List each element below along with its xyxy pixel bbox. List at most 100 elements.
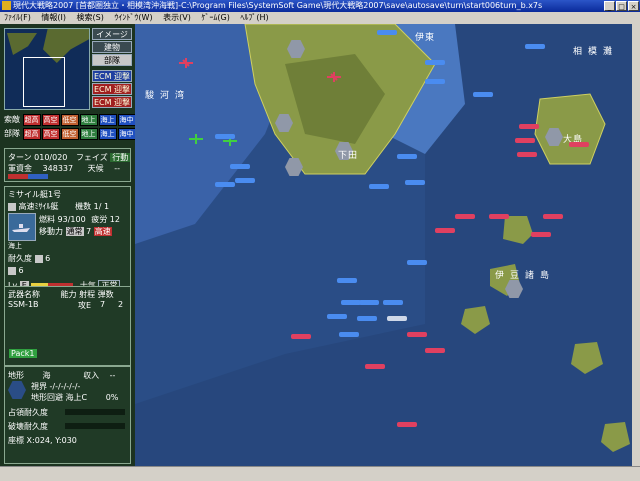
enemy-aircraft-icon[interactable] (327, 72, 341, 82)
enemy-ship-unit[interactable] (515, 138, 535, 143)
friendly-ship-unit[interactable] (341, 300, 361, 305)
app-icon (2, 1, 11, 10)
move-badge: 高速 (93, 227, 112, 236)
unit-name: ミサイル艇1号 (8, 190, 62, 199)
image-button[interactable]: イメージ (92, 28, 132, 40)
road-row: 地形回避 海上C 0% (31, 392, 118, 403)
ecm-button-2[interactable]: ECM 迎撃 (92, 83, 132, 95)
friendly-ship-unit[interactable] (377, 30, 397, 35)
unit-button[interactable]: 部隊 (92, 54, 132, 66)
enemy-ship-unit[interactable] (519, 124, 539, 129)
filter-unit-superhigh[interactable]: 超高 (22, 128, 41, 140)
window-title: 現代大戦略2007 [首都圏独立・相模湾沖海戦]-C:\Program File… (13, 1, 543, 10)
menu-info[interactable]: 情報(I) (37, 12, 70, 24)
durability-label: 耐久度 (8, 254, 32, 263)
menu-view[interactable]: 表示(V) (159, 12, 195, 24)
menu-search[interactable]: 検索(S) (73, 12, 108, 24)
weapon-row[interactable]: SSM-1B 攻E 7 2 (8, 300, 129, 310)
enemy-ship-unit[interactable] (517, 152, 537, 157)
pack-button[interactable]: Pack1 (9, 349, 37, 358)
place-ito: 伊東 (415, 33, 436, 43)
enemy-ship-unit[interactable] (543, 214, 563, 219)
enemy-ship-unit[interactable] (365, 364, 385, 369)
coord-value: X:024, Y:030 (26, 436, 77, 445)
enemy-ship-unit[interactable] (407, 332, 427, 337)
filter-enemy-sea[interactable]: 海上 (98, 114, 117, 126)
filter-enemy-submarine[interactable]: 海中 (117, 114, 136, 126)
terrain-value: 海 (42, 371, 51, 380)
coord-label: 座標 (8, 436, 24, 445)
friendly-ship-unit[interactable] (383, 300, 403, 305)
friendly-ship-unit[interactable] (369, 184, 389, 189)
menu-help[interactable]: ﾍﾙﾌﾟ(H) (236, 12, 272, 24)
filter-unit-sea[interactable]: 海上 (98, 128, 117, 140)
friendly-ship-unit[interactable] (357, 316, 377, 321)
menu-file[interactable]: ﾌｧｲﾙ(F) (0, 12, 35, 24)
close-button[interactable]: × (628, 1, 639, 11)
map-vertical-scrollbar[interactable] (632, 24, 640, 466)
friendly-ship-unit[interactable] (230, 164, 250, 169)
filter-enemy-high[interactable]: 高空 (41, 114, 60, 126)
filter-unit-high[interactable]: 高空 (41, 128, 60, 140)
friendly-ship-unit[interactable] (425, 60, 445, 65)
flag-icon (8, 202, 16, 211)
enemy-ship-unit[interactable] (569, 142, 589, 147)
occupy-label: 占領耐久度 (8, 408, 48, 417)
weather-value: -- (114, 164, 120, 173)
friendly-ship-unit[interactable] (235, 178, 255, 183)
enemy-ship-unit[interactable] (531, 232, 551, 237)
durability-a: 6 (45, 254, 51, 263)
filter-unit-ground[interactable]: 地上 (79, 128, 98, 140)
enemy-ship-unit[interactable] (435, 228, 455, 233)
friendly-ship-unit[interactable] (397, 154, 417, 159)
income-value: -- (109, 371, 116, 380)
income-label: 収入 (83, 371, 100, 380)
friendly-ship-unit[interactable] (215, 134, 235, 139)
durability-row: 耐久度 6 (8, 253, 50, 264)
minimap[interactable] (4, 28, 90, 110)
minimap-land (7, 33, 37, 55)
filter-enemy-superhigh[interactable]: 超高 (22, 114, 41, 126)
friendly-ship-unit[interactable] (525, 44, 545, 49)
maximize-button[interactable]: □ (616, 1, 627, 11)
friendly-ship-unit[interactable] (425, 79, 445, 84)
weapons-col-ability: 能力 (60, 290, 77, 299)
unit-filter-row: 部隊 超高 高空 低空 地上 海上 海中 (4, 128, 137, 140)
turn-value: 010/020 (34, 153, 68, 162)
enemy-aircraft-icon[interactable] (179, 58, 193, 68)
filter-unit-submarine[interactable]: 海中 (117, 128, 136, 140)
friendly-ship-unit[interactable] (405, 180, 425, 185)
friendly-ship-unit[interactable] (215, 182, 235, 187)
filter-enemy-ground[interactable]: 地上 (79, 114, 98, 126)
friendly-ship-unit[interactable] (473, 92, 493, 97)
friendly-ship-unit[interactable] (407, 260, 427, 265)
selected-ship-unit[interactable] (387, 316, 407, 321)
weather-label: 天候 (87, 164, 104, 173)
weapons-panel: 武器名称 能力 射程 弾数 SSM-1B 攻E 7 2 Pack1 (4, 286, 131, 366)
hex-map[interactable]: 駿河湾 相模灘 伊豆諸島 伊東 下田 大島 (135, 24, 632, 466)
friendly-ship-unit[interactable] (337, 278, 357, 283)
friendly-ship-unit[interactable] (339, 332, 359, 337)
menu-game[interactable]: ｹﾞｰﾑ(G) (197, 12, 233, 24)
enemy-ship-unit[interactable] (291, 334, 311, 339)
minimize-button[interactable]: _ (604, 1, 615, 11)
enemy-ship-unit[interactable] (489, 214, 509, 219)
phase-label: フェイズ (75, 153, 108, 162)
filter-enemy-low[interactable]: 低空 (60, 114, 79, 126)
menu-window[interactable]: ｳｲﾝﾄﾞｳ(W) (110, 12, 156, 24)
building-button[interactable]: 建物 (92, 41, 132, 53)
ecm-button-1[interactable]: ECM 迎撃 (92, 70, 132, 82)
enemy-ship-unit[interactable] (425, 348, 445, 353)
friendly-aircraft-icon[interactable] (189, 134, 203, 144)
minimap-viewport[interactable] (23, 57, 65, 107)
road-label: 地形回避 (31, 393, 63, 402)
enemy-ship-unit[interactable] (455, 214, 475, 219)
filter-unit-low[interactable]: 低空 (60, 128, 79, 140)
enemy-ship-unit[interactable] (397, 422, 417, 427)
friendly-ship-unit[interactable] (359, 300, 379, 305)
view-label: 視界 (31, 382, 47, 391)
fuel-row: 燃料 93/100 疲労 12 (39, 214, 120, 225)
friendly-ship-unit[interactable] (327, 314, 347, 319)
ecm-button-3[interactable]: ECM 迎撃 (92, 96, 132, 108)
weapon-ammo: 2 (118, 300, 124, 309)
